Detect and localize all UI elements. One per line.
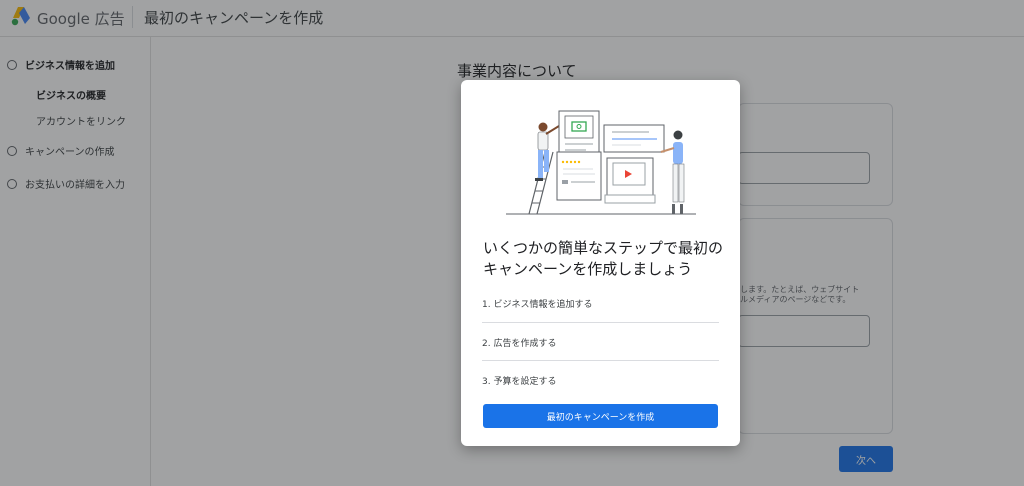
step-item: 3. 予算を設定する [482,377,557,387]
step-divider [482,360,719,361]
step-item: 2. 広告を作成する [482,339,557,349]
welcome-dialog: いくつかの簡単なステップで最初のキャンペーンを作成しましょう 1. ビジネス情報… [461,80,740,446]
dialog-title: いくつかの簡単なステップで最初のキャンペーンを作成しましょう [483,239,724,278]
step-divider [482,322,719,323]
step-item: 1. ビジネス情報を追加する [482,300,593,310]
onboarding-illustration [506,110,696,215]
create-first-campaign-button[interactable]: 最初のキャンペーンを作成 [483,404,718,428]
